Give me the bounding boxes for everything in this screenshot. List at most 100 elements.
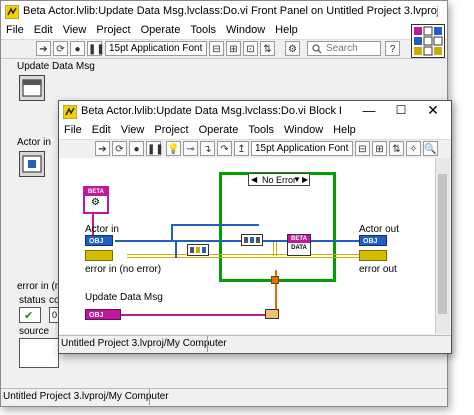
run-continuously-icon[interactable]: ⟳ bbox=[53, 41, 68, 56]
source-field[interactable] bbox=[19, 338, 59, 368]
bd-error-in-label: error in (no error) bbox=[85, 264, 162, 275]
menu-window[interactable]: Window bbox=[221, 23, 270, 37]
block-diagram-canvas[interactable]: ◀ No Error ▼ ▶ BETA ⚙ Actor in OBJ error… bbox=[59, 158, 435, 334]
bd-update-data-msg-label: Update Data Msg bbox=[85, 292, 163, 303]
resize-icon[interactable]: ⊡ bbox=[243, 41, 258, 56]
bd-error-out-terminal[interactable] bbox=[359, 250, 387, 261]
bd-search-icon[interactable]: 🔍 bbox=[423, 141, 438, 156]
block-diagram-toolbar: ➔ ⟳ ● ❚❚ 💡 ⊸ ↴ ↷ ↥ 15pt Application Font… bbox=[59, 139, 451, 159]
bd-actor-out-terminal[interactable]: OBJ bbox=[359, 235, 387, 246]
labview-app-icon bbox=[5, 5, 19, 19]
bd-scroll-thumb[interactable] bbox=[438, 174, 447, 314]
connector-pane-icon[interactable] bbox=[411, 24, 445, 58]
bd-run-arrow-icon[interactable]: ➔ bbox=[95, 141, 110, 156]
bd-vertical-scrollbar[interactable] bbox=[435, 158, 450, 334]
run-arrow-icon[interactable]: ➔ bbox=[36, 41, 51, 56]
beta-tag: BETA bbox=[85, 188, 107, 196]
reorder-icon[interactable]: ⇅ bbox=[260, 41, 275, 56]
bd-menu-operate[interactable]: Operate bbox=[194, 123, 244, 137]
bd-menu-tools[interactable]: Tools bbox=[243, 123, 279, 137]
distribute-icon[interactable]: ⊞ bbox=[226, 41, 241, 56]
error-wire[interactable] bbox=[127, 254, 359, 258]
bd-menu-file[interactable]: File bbox=[59, 123, 87, 137]
front-panel-font-selector[interactable]: 15pt Application Font bbox=[105, 41, 207, 56]
abort-icon[interactable]: ● bbox=[70, 41, 85, 56]
snap-grid-icon[interactable]: ⚙ bbox=[285, 41, 300, 56]
step-out-icon[interactable]: ↥ bbox=[234, 141, 249, 156]
front-panel-title: Beta Actor.lvlib:Update Data Msg.lvclass… bbox=[23, 5, 438, 17]
case-selector[interactable]: ◀ No Error ▼ ▶ bbox=[248, 173, 310, 186]
status-label: status bbox=[19, 295, 46, 306]
highlight-execution-icon[interactable]: 💡 bbox=[166, 141, 181, 156]
bd-actor-in-label: Actor in bbox=[85, 224, 119, 235]
beta-class-constant[interactable]: BETA ⚙ bbox=[83, 186, 109, 214]
block-diagram-title: Beta Actor.lvlib:Update Data Msg.lvclass… bbox=[81, 105, 341, 117]
msg-accessor-node[interactable] bbox=[265, 309, 279, 319]
help-icon[interactable]: ? bbox=[385, 41, 400, 56]
menu-file[interactable]: File bbox=[1, 23, 29, 37]
clean-up-diagram-icon[interactable]: ✧ bbox=[406, 141, 421, 156]
error-wire-vertical[interactable] bbox=[273, 240, 277, 256]
retain-wire-values-icon[interactable]: ⊸ bbox=[183, 141, 198, 156]
bd-font-selector[interactable]: 15pt Application Font bbox=[251, 141, 353, 156]
menu-operate[interactable]: Operate bbox=[136, 23, 186, 37]
bd-error-out-label: error out bbox=[359, 264, 397, 275]
search-input[interactable]: Search bbox=[307, 41, 381, 56]
align-icon[interactable]: ⊟ bbox=[209, 41, 224, 56]
search-icon bbox=[312, 44, 322, 54]
bd-menu-edit[interactable]: Edit bbox=[87, 123, 116, 137]
bd-menu-window[interactable]: Window bbox=[279, 123, 328, 137]
menu-view[interactable]: View bbox=[58, 23, 92, 37]
step-over-icon[interactable]: ↷ bbox=[217, 141, 232, 156]
actor-wire[interactable] bbox=[115, 240, 360, 242]
actor-wire-top[interactable] bbox=[171, 224, 259, 226]
bd-error-in-terminal[interactable] bbox=[85, 250, 113, 261]
block-diagram-titlebar[interactable]: Beta Actor.lvlib:Update Data Msg.lvclass… bbox=[59, 101, 451, 123]
bd-status-bar: Untitled Project 3.lvproj/My Computer bbox=[59, 335, 451, 352]
bd-menu-project[interactable]: Project bbox=[149, 123, 193, 137]
unbundle-node-icon[interactable] bbox=[187, 244, 209, 256]
menu-help[interactable]: Help bbox=[270, 23, 303, 37]
bd-status-separator bbox=[207, 336, 208, 352]
class-wire-horizontal[interactable] bbox=[121, 314, 269, 316]
status-check-icon: ✔ bbox=[24, 310, 34, 322]
front-panel-toolbar: ➔ ⟳ ● ❚❚ 15pt Application Font ⊟ ⊞ ⊡ ⇅ ⚙… bbox=[1, 24, 447, 59]
actor-wire-up[interactable] bbox=[171, 224, 173, 242]
bd-reorder-icon[interactable]: ⇅ bbox=[389, 141, 404, 156]
bd-menu-help[interactable]: Help bbox=[328, 123, 361, 137]
case-next-icon[interactable]: ▶ bbox=[302, 174, 308, 186]
minimize-icon[interactable]: — bbox=[359, 103, 379, 118]
bd-distribute-icon[interactable]: ⊞ bbox=[372, 141, 387, 156]
actor-wire-branch[interactable] bbox=[175, 240, 177, 258]
bd-align-icon[interactable]: ⊟ bbox=[355, 141, 370, 156]
bd-menu-view[interactable]: View bbox=[116, 123, 150, 137]
case-prev-icon[interactable]: ◀ bbox=[251, 174, 257, 186]
bd-pause-icon[interactable]: ❚❚ bbox=[146, 141, 164, 156]
close-icon[interactable]: ✕ bbox=[423, 102, 443, 119]
bd-abort-icon[interactable]: ● bbox=[129, 141, 144, 156]
maximize-icon[interactable]: ☐ bbox=[391, 103, 411, 117]
data-tunnel[interactable] bbox=[271, 276, 279, 284]
status-indicator[interactable]: ✔ bbox=[19, 307, 41, 323]
bd-actor-in-terminal[interactable]: OBJ bbox=[85, 235, 113, 246]
block-diagram-menubar: File Edit View Project Operate Tools Window Hel… bbox=[59, 123, 451, 139]
menu-edit[interactable]: Edit bbox=[29, 23, 58, 37]
pause-icon[interactable]: ❚❚ bbox=[87, 41, 105, 56]
block-diagram-window: Beta Actor.lvlib:Update Data Msg.lvclass… bbox=[58, 100, 452, 354]
bd-update-data-msg-terminal[interactable]: OBJ bbox=[85, 309, 121, 320]
step-into-icon[interactable]: ↴ bbox=[200, 141, 215, 156]
case-structure[interactable] bbox=[219, 172, 336, 282]
front-panel-titlebar[interactable]: Beta Actor.lvlib:Update Data Msg.lvclass… bbox=[1, 1, 447, 23]
front-panel-menubar: File Edit View Project Operate Tools Window Hel… bbox=[1, 23, 447, 39]
menu-project[interactable]: Project bbox=[91, 23, 135, 37]
actor-in-control[interactable] bbox=[19, 151, 45, 177]
actor-in-label: Actor in bbox=[17, 137, 51, 148]
case-dropdown-icon[interactable]: ▼ bbox=[293, 174, 301, 186]
beta-data-node[interactable]: BETA DATA bbox=[287, 234, 311, 256]
bd-run-continuously-icon[interactable]: ⟳ bbox=[112, 141, 127, 156]
source-label: source bbox=[19, 326, 50, 337]
bundle-node-icon[interactable] bbox=[241, 234, 263, 246]
status-bar-separator bbox=[149, 389, 150, 405]
update-data-msg-control[interactable] bbox=[19, 75, 45, 101]
menu-tools[interactable]: Tools bbox=[185, 23, 221, 37]
